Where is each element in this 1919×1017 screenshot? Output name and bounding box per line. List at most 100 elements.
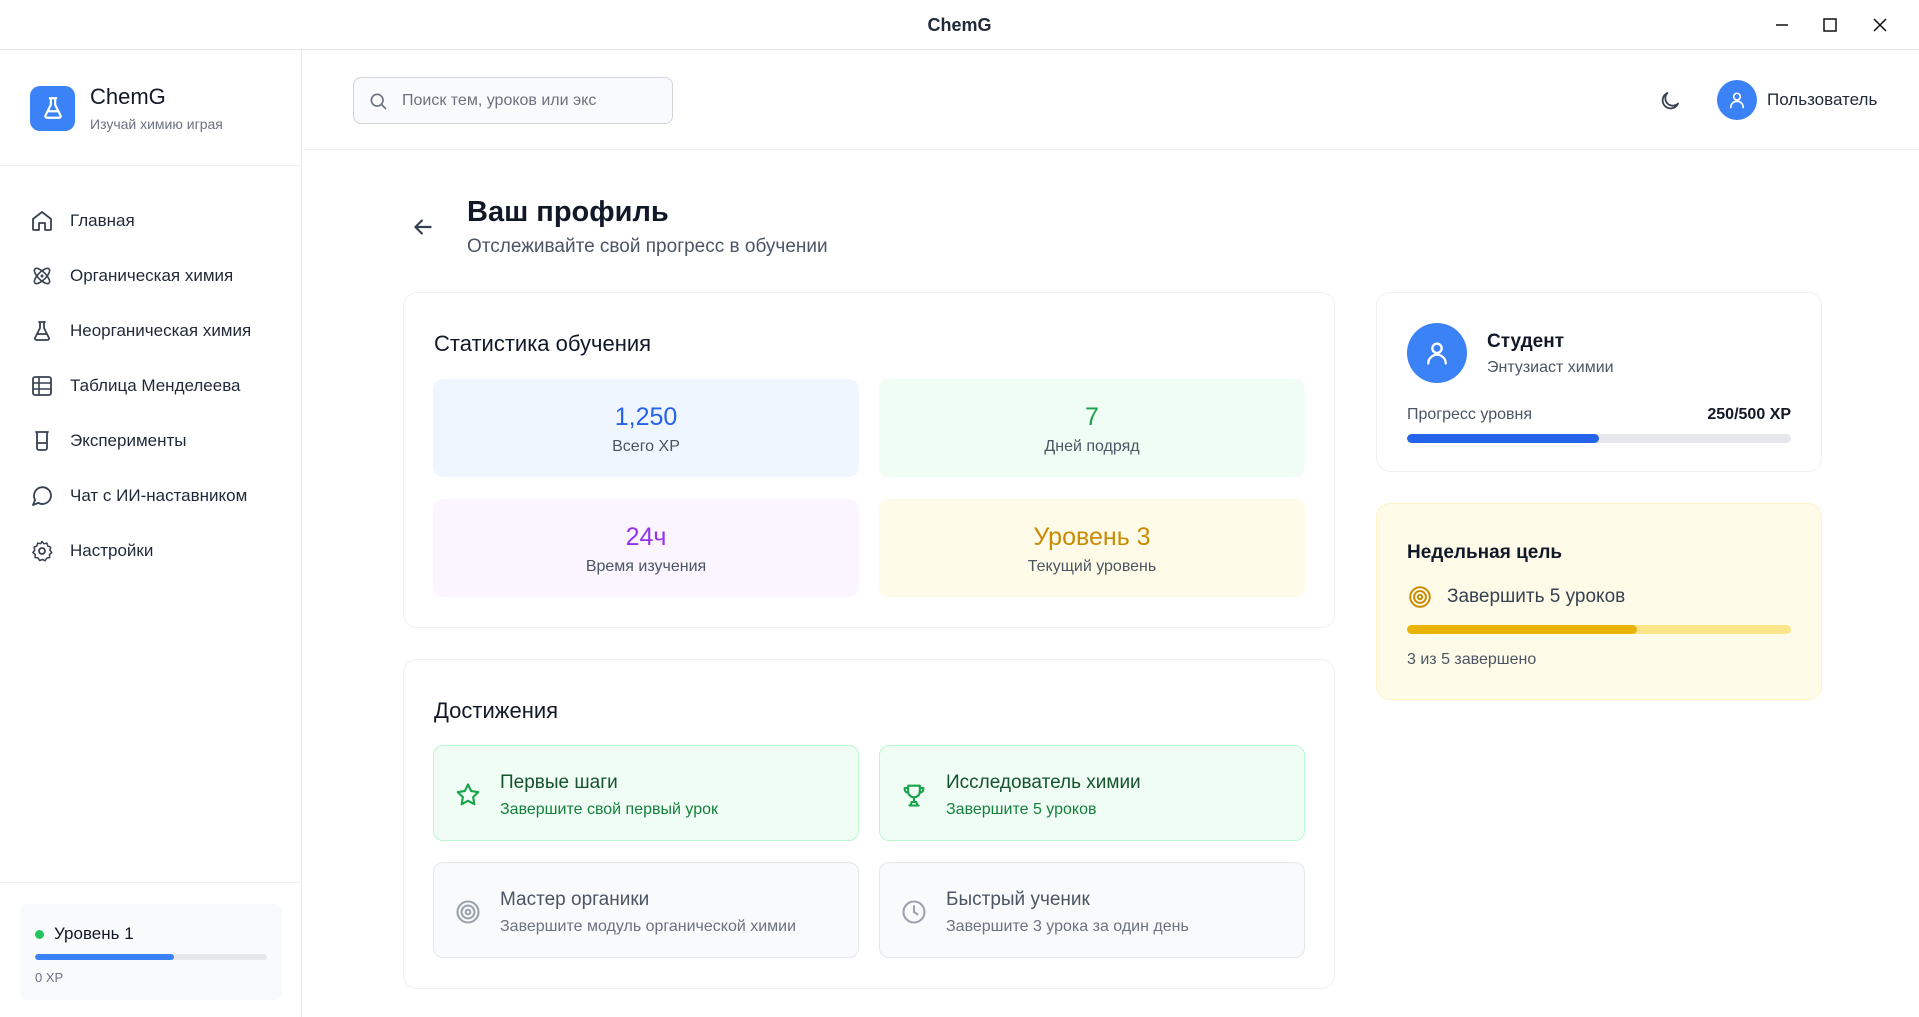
search-input[interactable]: [402, 91, 632, 110]
achievements-card: Достижения Первые шаги Завершите свой пе…: [403, 659, 1335, 989]
level-label: Уровень 1: [54, 924, 134, 943]
achievement-desc: Завершите 3 урока за один день: [946, 918, 1189, 935]
stat-current-level: Уровень 3 Текущий уровень: [879, 499, 1305, 597]
user-icon: [1427, 342, 1447, 365]
grid-icon: [32, 375, 52, 396]
sidebar-item-periodic-table[interactable]: Таблица Менделеева: [30, 358, 290, 413]
weekly-goal-progress-bar: [1407, 625, 1791, 634]
achievement-first-steps[interactable]: Первые шаги Завершите свой первый урок: [433, 745, 859, 841]
sidebar: ChemG Изучай химию играя Главная Органич…: [0, 50, 302, 1017]
search-box[interactable]: [353, 77, 673, 124]
sidebar-level-card: Уровень 1 0 XP: [20, 904, 282, 1000]
home-icon: [32, 210, 52, 231]
user-icon: [1729, 92, 1745, 109]
divider: [0, 882, 302, 883]
target-icon: [1409, 586, 1431, 608]
beaker-icon: [35, 430, 49, 451]
stat-label: Всего XP: [612, 438, 680, 455]
stat-total-xp: 1,250 Всего XP: [433, 379, 859, 477]
stat-label: Время изучения: [585, 558, 707, 575]
brand[interactable]: ChemG Изучай химию играя: [30, 84, 223, 132]
gear-icon: [32, 540, 53, 561]
brand-logo: [30, 85, 75, 131]
achievement-title: Исследователь химии: [946, 772, 1141, 793]
status-dot: [35, 929, 44, 939]
sidebar-item-inorganic[interactable]: Неорганическая химия: [30, 303, 290, 358]
stat-value: 24ч: [625, 523, 667, 551]
flask-icon: [43, 97, 62, 119]
sidebar-item-organic[interactable]: Органическая химия: [30, 248, 290, 303]
search-icon: [370, 93, 387, 109]
brand-name: ChemG: [90, 84, 166, 109]
user-menu-button[interactable]: Пользователь: [1717, 80, 1877, 120]
stat-value: Уровень 3: [1033, 523, 1151, 551]
flask-icon: [34, 320, 50, 341]
sidebar-item-label: Чат с ИИ-наставником: [70, 485, 248, 505]
achievement-organic-master[interactable]: Мастер органики Завершите модуль органич…: [433, 862, 859, 958]
clock-icon: [902, 900, 926, 924]
stat-streak: 7 Дней подряд: [879, 379, 1305, 477]
sidebar-item-label: Неорганическая химия: [70, 320, 252, 340]
brand-tagline: Изучай химию играя: [90, 116, 223, 132]
avatar: [1717, 80, 1757, 120]
divider: [0, 165, 302, 166]
profile-name: Студент: [1487, 331, 1565, 352]
back-button[interactable]: [410, 214, 436, 240]
maximize-icon: [1823, 18, 1837, 32]
theme-toggle-button[interactable]: [1655, 86, 1685, 116]
weekly-goal-progress-fill: [1407, 625, 1638, 634]
title-bar: ChemG: [0, 0, 1919, 50]
level-progress-fill: [35, 954, 175, 960]
atom-icon: [33, 267, 51, 284]
user-name: Пользователь: [1767, 90, 1878, 109]
sidebar-item-home[interactable]: Главная: [30, 193, 290, 248]
sidebar-item-ai-chat[interactable]: Чат с ИИ-наставником: [30, 468, 290, 523]
weekly-goal-card: Недельная цель Завершить 5 уроков 3 из 5…: [1376, 503, 1822, 700]
minimize-button[interactable]: [1764, 10, 1800, 40]
weekly-goal-text: Завершить 5 уроков: [1447, 586, 1626, 607]
stat-label: Текущий уровень: [1027, 558, 1157, 575]
sidebar-item-label: Эксперименты: [70, 430, 187, 450]
level-xp: 0 XP: [35, 970, 64, 985]
stats-card: Статистика обучения 1,250 Всего XP 7 Дне…: [403, 292, 1335, 628]
close-button[interactable]: [1862, 10, 1898, 40]
sidebar-item-label: Органическая химия: [70, 265, 234, 285]
header: Пользователь: [303, 50, 1919, 150]
achievement-chem-explorer[interactable]: Исследователь химии Завершите 5 уроков: [879, 745, 1305, 841]
profile-role: Энтузиаст химии: [1487, 359, 1614, 376]
sidebar-item-experiments[interactable]: Эксперименты: [30, 413, 290, 468]
achievement-title: Мастер органики: [500, 889, 650, 910]
sidebar-item-label: Настройки: [70, 540, 154, 560]
minimize-icon: [1776, 24, 1788, 26]
sidebar-item-label: Главная: [70, 210, 135, 230]
page-title: Ваш профиль: [467, 196, 669, 228]
sidebar-nav: Главная Органическая химия Неорганическа…: [30, 193, 290, 578]
sidebar-item-label: Таблица Менделеева: [70, 375, 241, 395]
achievement-desc: Завершите свой первый урок: [500, 801, 719, 818]
stat-value: 7: [1085, 403, 1099, 431]
sidebar-item-settings[interactable]: Настройки: [30, 523, 290, 578]
profile-card: Студент Энтузиаст химии Прогресс уровня …: [1376, 292, 1822, 472]
weekly-goal-status: 3 из 5 завершено: [1407, 651, 1537, 668]
target-icon: [456, 900, 480, 924]
avatar: [1407, 323, 1467, 383]
arrow-left-icon: [414, 219, 432, 235]
achievement-fast-learner[interactable]: Быстрый ученик Завершите 3 урока за один…: [879, 862, 1305, 958]
close-icon: [1873, 18, 1887, 32]
level-progress-bar: [1407, 434, 1791, 443]
chat-icon: [32, 485, 52, 506]
achievement-title: Быстрый ученик: [946, 889, 1090, 910]
stats-title: Статистика обучения: [434, 331, 652, 356]
window-title: ChemG: [927, 15, 992, 35]
achievement-title: Первые шаги: [500, 772, 618, 793]
achievement-desc: Завершите модуль органической химии: [500, 918, 797, 935]
page-subtitle: Отслеживайте свой прогресс в обучении: [467, 236, 828, 257]
trophy-icon: [903, 784, 925, 807]
moon-icon: [1661, 92, 1679, 110]
maximize-button[interactable]: [1812, 10, 1848, 40]
weekly-goal-title: Недельная цель: [1407, 542, 1563, 563]
stat-study-time: 24ч Время изучения: [433, 499, 859, 597]
level-progress-value: 250/500 XP: [1707, 406, 1791, 423]
level-progress-bar: [35, 954, 267, 960]
achievements-title: Достижения: [434, 698, 559, 723]
